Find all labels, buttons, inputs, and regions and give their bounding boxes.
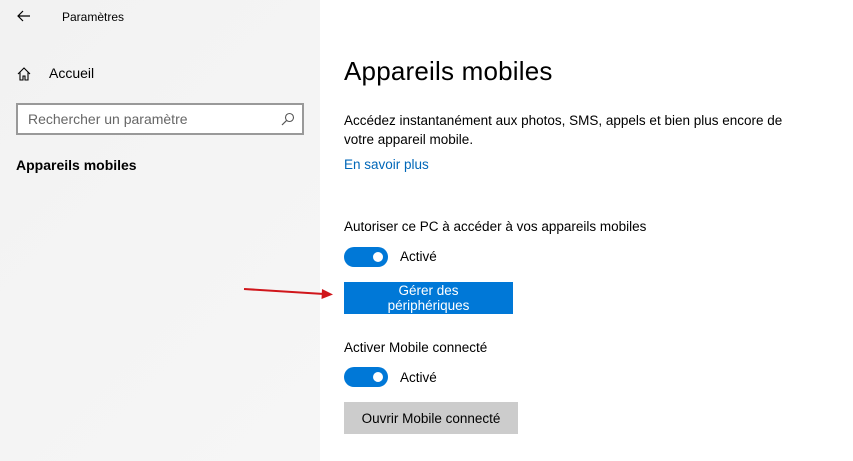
sidebar: Paramètres Accueil Appareils mobiles <box>0 0 320 461</box>
arrow-left-icon <box>17 10 30 22</box>
toggle-knob <box>373 372 383 382</box>
manage-devices-button[interactable]: Gérer des périphériques <box>344 282 513 314</box>
annotation-arrow-icon <box>243 288 333 299</box>
allow-pc-toggle[interactable] <box>344 247 388 267</box>
setting-allow-pc-label: Autoriser ce PC à accéder à vos appareil… <box>344 219 647 234</box>
main-content: Appareils mobiles Accédez instantanément… <box>320 0 853 461</box>
back-button[interactable] <box>10 4 38 28</box>
search-input[interactable] <box>18 105 268 133</box>
setting-connected-mobile-label: Activer Mobile connecté <box>344 340 488 355</box>
search-box[interactable] <box>16 103 304 135</box>
sidebar-item-home-label: Accueil <box>49 65 95 81</box>
open-connected-mobile-button[interactable]: Ouvrir Mobile connecté <box>344 402 518 434</box>
connected-mobile-toggle[interactable] <box>344 367 388 387</box>
connected-mobile-toggle-state: Activé <box>400 370 437 385</box>
sidebar-item-mobile-devices[interactable]: Appareils mobiles <box>16 157 137 173</box>
sidebar-item-home[interactable]: Accueil <box>0 58 320 90</box>
toggle-knob <box>373 252 383 262</box>
app-title: Paramètres <box>62 10 125 24</box>
search-icon[interactable] <box>281 112 295 126</box>
learn-more-link[interactable]: En savoir plus <box>344 157 429 172</box>
allow-pc-toggle-state: Activé <box>400 249 437 264</box>
page-title: Appareils mobiles <box>344 56 553 86</box>
home-icon <box>17 67 31 81</box>
page-description: Accédez instantanément aux photos, SMS, … <box>344 113 783 147</box>
title-bar: Paramètres <box>0 0 320 34</box>
